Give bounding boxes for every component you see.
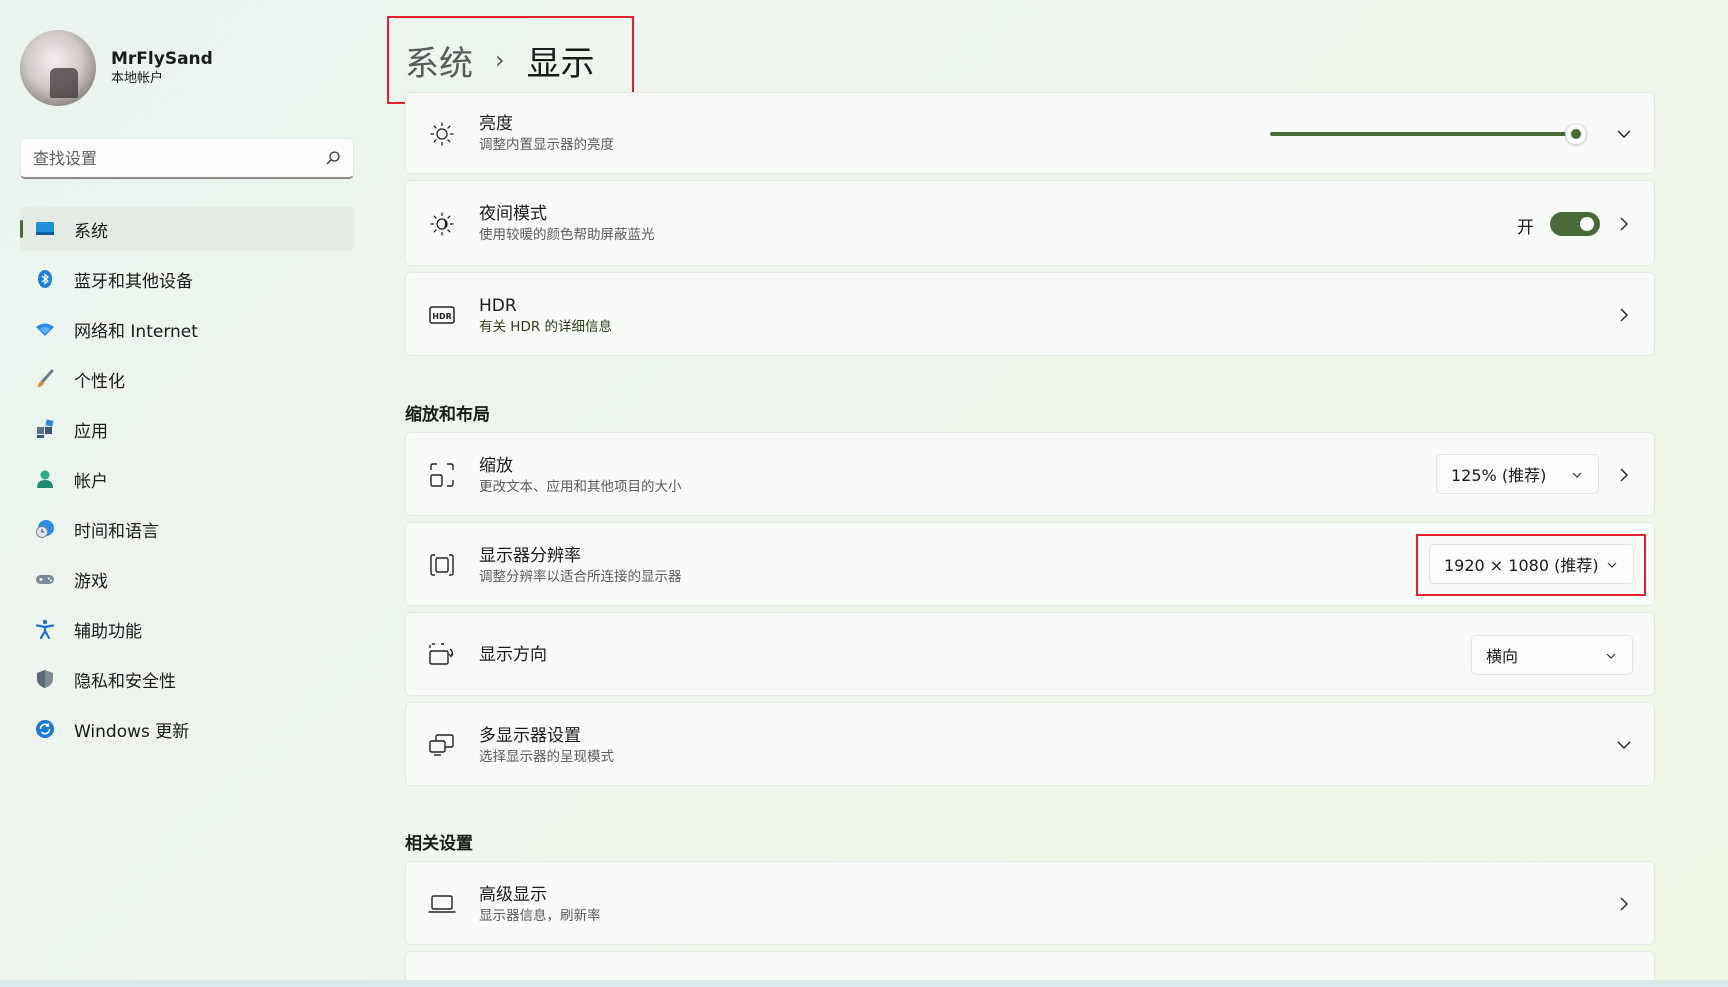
- hdr-icon: HDR: [428, 301, 456, 329]
- orientation-dropdown[interactable]: 横向: [1471, 635, 1633, 675]
- scale-desc: 更改文本、应用和其他项目的大小: [479, 479, 682, 495]
- sidebar-item-bluetooth[interactable]: 蓝牙和其他设备: [20, 257, 354, 301]
- brightness-card[interactable]: 亮度 调整内置显示器的亮度: [405, 92, 1655, 174]
- hdr-title: HDR: [479, 296, 517, 316]
- breadcrumb-parent[interactable]: 系统: [405, 36, 473, 85]
- chevron-right-icon[interactable]: [1616, 216, 1632, 232]
- chevron-right-icon[interactable]: [1616, 307, 1632, 323]
- sidebar-item-label: 网络和 Internet: [74, 321, 198, 342]
- multiple-displays-icon: [428, 731, 456, 759]
- sidebar-item-network[interactable]: 网络和 Internet: [20, 307, 354, 351]
- hdr-card[interactable]: HDR HDR 有关 HDR 的详细信息: [405, 272, 1655, 356]
- sidebar: MrFlySand 本地帐户 系统 蓝牙和其他设备 网络和 Inte: [0, 0, 370, 987]
- search-icon[interactable]: [325, 150, 341, 166]
- breadcrumb: 系统 › 显示: [387, 16, 634, 104]
- night-light-toggle[interactable]: [1550, 212, 1600, 236]
- brush-icon: [34, 368, 56, 390]
- globe-clock-icon: [34, 518, 56, 540]
- account-type: 本地帐户: [111, 71, 164, 86]
- resolution-title: 显示器分辨率: [479, 546, 581, 566]
- slider-thumb[interactable]: [1565, 123, 1587, 145]
- advanced-display-desc: 显示器信息，刷新率: [479, 908, 601, 924]
- svg-text:HDR: HDR: [432, 312, 452, 321]
- chevron-down-icon[interactable]: [1616, 737, 1632, 753]
- orientation-value: 横向: [1486, 647, 1519, 666]
- chevron-down-icon: [1606, 653, 1616, 659]
- sidebar-item-label: 蓝牙和其他设备: [74, 271, 193, 292]
- night-light-icon: [428, 210, 456, 238]
- scale-title: 缩放: [479, 456, 513, 476]
- sidebar-item-label: 游戏: [74, 571, 108, 592]
- advanced-display-title: 高级显示: [479, 885, 547, 905]
- page-title: 显示: [526, 43, 595, 84]
- sidebar-item-label: 帐户: [74, 471, 108, 492]
- search-input[interactable]: [33, 148, 325, 168]
- person-icon: [34, 468, 56, 490]
- night-light-state: 开: [1517, 218, 1534, 238]
- scale-card[interactable]: 缩放 更改文本、应用和其他项目的大小 125% (推荐): [405, 432, 1655, 516]
- night-light-title: 夜间模式: [479, 204, 547, 224]
- resolution-highlight-box: [1416, 534, 1646, 596]
- avatar[interactable]: [20, 30, 96, 106]
- sidebar-item-system[interactable]: 系统: [20, 207, 354, 251]
- laptop-icon: [428, 890, 456, 918]
- brightness-desc: 调整内置显示器的亮度: [479, 137, 614, 153]
- shield-icon: [34, 668, 56, 690]
- wifi-icon: [34, 318, 56, 340]
- bluetooth-icon: [34, 268, 56, 290]
- sidebar-item-label: 应用: [74, 421, 108, 442]
- hdr-info-link[interactable]: 有关 HDR 的详细信息: [479, 317, 612, 337]
- sidebar-item-gaming[interactable]: 游戏: [20, 557, 354, 601]
- sidebar-item-label: 隐私和安全性: [74, 671, 176, 692]
- scale-dropdown[interactable]: 125% (推荐): [1436, 454, 1599, 494]
- resolution-desc: 调整分辨率以适合所连接的显示器: [479, 569, 682, 585]
- search-box[interactable]: [20, 138, 354, 179]
- scale-value: 125% (推荐): [1451, 466, 1547, 485]
- sidebar-item-label: Windows 更新: [74, 721, 190, 742]
- sidebar-item-apps[interactable]: 应用: [20, 407, 354, 451]
- monitor-icon: [34, 218, 56, 240]
- sidebar-item-label: 时间和语言: [74, 521, 159, 542]
- sidebar-item-accessibility[interactable]: 辅助功能: [20, 607, 354, 651]
- gamepad-icon: [34, 568, 56, 590]
- sidebar-item-personalization[interactable]: 个性化: [20, 357, 354, 401]
- brightness-title: 亮度: [479, 114, 513, 134]
- brightness-slider[interactable]: [1264, 121, 1594, 147]
- brightness-icon: [428, 120, 456, 148]
- night-light-desc: 使用较暖的颜色帮助屏蔽蓝光: [479, 227, 655, 243]
- accessibility-icon: [34, 618, 56, 640]
- apps-icon: [34, 418, 56, 440]
- sidebar-item-privacy[interactable]: 隐私和安全性: [20, 657, 354, 701]
- orientation-title: 显示方向: [479, 645, 547, 665]
- sidebar-item-label: 辅助功能: [74, 621, 142, 642]
- window-bottom-edge: [0, 980, 1728, 987]
- update-icon: [34, 718, 56, 740]
- advanced-display-card[interactable]: 高级显示 显示器信息，刷新率: [405, 861, 1655, 945]
- chevron-right-icon[interactable]: [1616, 467, 1632, 483]
- sidebar-item-label: 系统: [74, 221, 108, 242]
- profile[interactable]: MrFlySand 本地帐户: [20, 30, 213, 106]
- sidebar-nav: 系统 蓝牙和其他设备 网络和 Internet 个性化 应用 帐户 时间和语言 …: [20, 207, 354, 757]
- multi-display-desc: 选择显示器的呈现模式: [479, 749, 614, 765]
- orientation-card[interactable]: 显示方向 横向: [405, 612, 1655, 696]
- sidebar-item-label: 个性化: [74, 371, 125, 392]
- multi-display-card[interactable]: 多显示器设置 选择显示器的呈现模式: [405, 702, 1655, 786]
- sidebar-item-accounts[interactable]: 帐户: [20, 457, 354, 501]
- section-title-related: 相关设置: [405, 834, 473, 854]
- multi-display-title: 多显示器设置: [479, 726, 581, 746]
- breadcrumb-separator: ›: [495, 46, 505, 74]
- profile-name: MrFlySand: [111, 49, 213, 69]
- chevron-down-icon: [1572, 472, 1582, 478]
- resolution-icon: [428, 551, 456, 579]
- night-light-card[interactable]: 夜间模式 使用较暖的颜色帮助屏蔽蓝光 开: [405, 180, 1655, 266]
- slider-track: [1270, 132, 1572, 136]
- chevron-right-icon[interactable]: [1616, 896, 1632, 912]
- chevron-down-icon[interactable]: [1616, 126, 1632, 142]
- orientation-icon: [428, 641, 456, 669]
- section-title-scale-layout: 缩放和布局: [405, 405, 490, 425]
- sidebar-item-windows-update[interactable]: Windows 更新: [20, 707, 354, 751]
- sidebar-item-time-language[interactable]: 时间和语言: [20, 507, 354, 551]
- scale-icon: [428, 461, 456, 489]
